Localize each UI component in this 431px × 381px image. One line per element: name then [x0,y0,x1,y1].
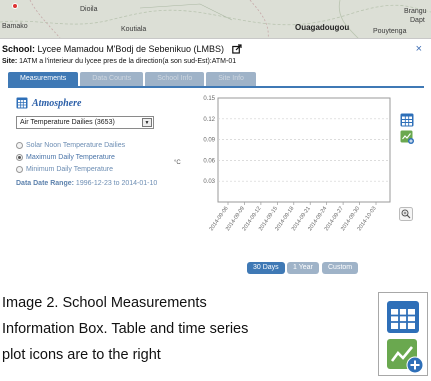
y-axis-label: °C [174,160,181,166]
map-label-bamako: Bamako [2,23,28,30]
chart-canvas[interactable]: 0.150.120.090.060.032014-09-062014-09-09… [168,88,420,283]
caption-line-3: plot icons are to the right [2,347,161,363]
site-line: Site: 1ATM a l'interieur du lycee pres d… [2,58,236,65]
radio-button-selected[interactable] [16,153,23,161]
plot-area [217,97,391,203]
radio-button[interactable] [16,141,23,149]
site-name: 1ATM a l'interieur du lycee pres de la d… [19,58,237,65]
map-label-brangu: Brangu [404,8,427,15]
atmosphere-table-icon[interactable] [16,97,28,109]
caption-line-2: Information Box. Table and time series [2,321,249,337]
radio-label: Minimum Daily Temperature [26,165,114,173]
school-line: School: Lycee Mamadou M'Bodj de Sebeniku… [2,44,242,54]
range-1-year-button[interactable]: 1 Year [287,262,319,274]
icon-legend [378,292,428,376]
table-view-icon[interactable] [400,113,414,127]
map-label-ouagadougou: Ouagadougou [295,23,350,32]
map-roads [0,0,431,40]
y-tick-label: 0.03 [203,179,215,185]
close-button[interactable]: × [416,44,422,55]
map-label-pouytenga: Pouytenga [373,28,407,35]
plot-view-icon[interactable] [400,130,414,144]
range-custom-button[interactable]: Custom [322,262,359,274]
dataset-header: Atmosphere [16,96,81,110]
dataset-select-value: Air Temperature Dailies (3653) [20,119,115,126]
y-tick-label: 0.09 [203,138,215,144]
measurements-panel: Atmosphere Air Temperature Dailies (3653… [8,88,424,283]
map-label-dapt: Dapt [410,17,425,24]
zoom-icon[interactable] [399,207,413,221]
time-series-plot-icon [387,339,424,374]
chevron-down-icon[interactable]: ▼ [142,118,152,127]
school-info-box: School: Lycee Mamadou M'Bodj de Sebeniku… [0,38,431,283]
map-label-koutiala: Koutiala [121,26,147,33]
dataset-select[interactable]: Air Temperature Dailies (3653) ▼ [16,116,154,129]
tab-site-info[interactable]: Site Info [206,72,256,86]
time-series-chart: 0.15 0.12 0.09 0.06 0.03 2014-09-06 2014-09-09… [168,88,420,283]
tab-school-info[interactable]: School Info [145,72,205,86]
tab-measurements[interactable]: Measurements [8,72,79,86]
date-range-value: 1996-12-23 to 2014-01-10 [75,180,158,187]
map-marker-icon[interactable] [12,3,18,9]
school-name: Lycee Mamadou M'Bodj de Sebenikuo (LMBS) [37,44,224,54]
tab-bar: Measurements Data Counts School Info Sit… [8,72,256,86]
y-tick-label: 0.06 [203,158,215,164]
caption-line-1: Image 2. School Measurements [2,295,207,311]
table-icon [387,301,419,333]
date-range-label: Data Date Range: [16,180,74,187]
radio-solar-noon[interactable]: Solar Noon Temperature Dailies [16,140,125,150]
range-30-days-button[interactable]: 30 Days [247,262,285,274]
site-label: Site: [2,58,18,65]
radio-label: Solar Noon Temperature Dailies [26,141,126,149]
dataset-title: Atmosphere [32,97,82,109]
school-label: School: [2,44,35,54]
radio-button[interactable] [16,165,23,173]
radio-label: Maximum Daily Temperature [26,153,115,161]
radio-maximum-daily[interactable]: Maximum Daily Temperature [16,152,125,162]
radio-minimum-daily[interactable]: Minimum Daily Temperature [16,164,125,174]
data-date-range: Data Date Range: 1996-12-23 to 2014-01-1… [16,180,157,187]
tab-data-counts[interactable]: Data Counts [80,72,144,86]
figure-caption: Image 2. School Measurements Information… [2,290,362,368]
share-icon[interactable] [231,44,242,54]
y-tick-label: 0.15 [203,96,215,102]
measurement-options: Solar Noon Temperature Dailies Maximum D… [16,140,125,176]
y-tick-label: 0.12 [203,117,215,123]
map-label-dioila: Dioila [80,6,98,13]
